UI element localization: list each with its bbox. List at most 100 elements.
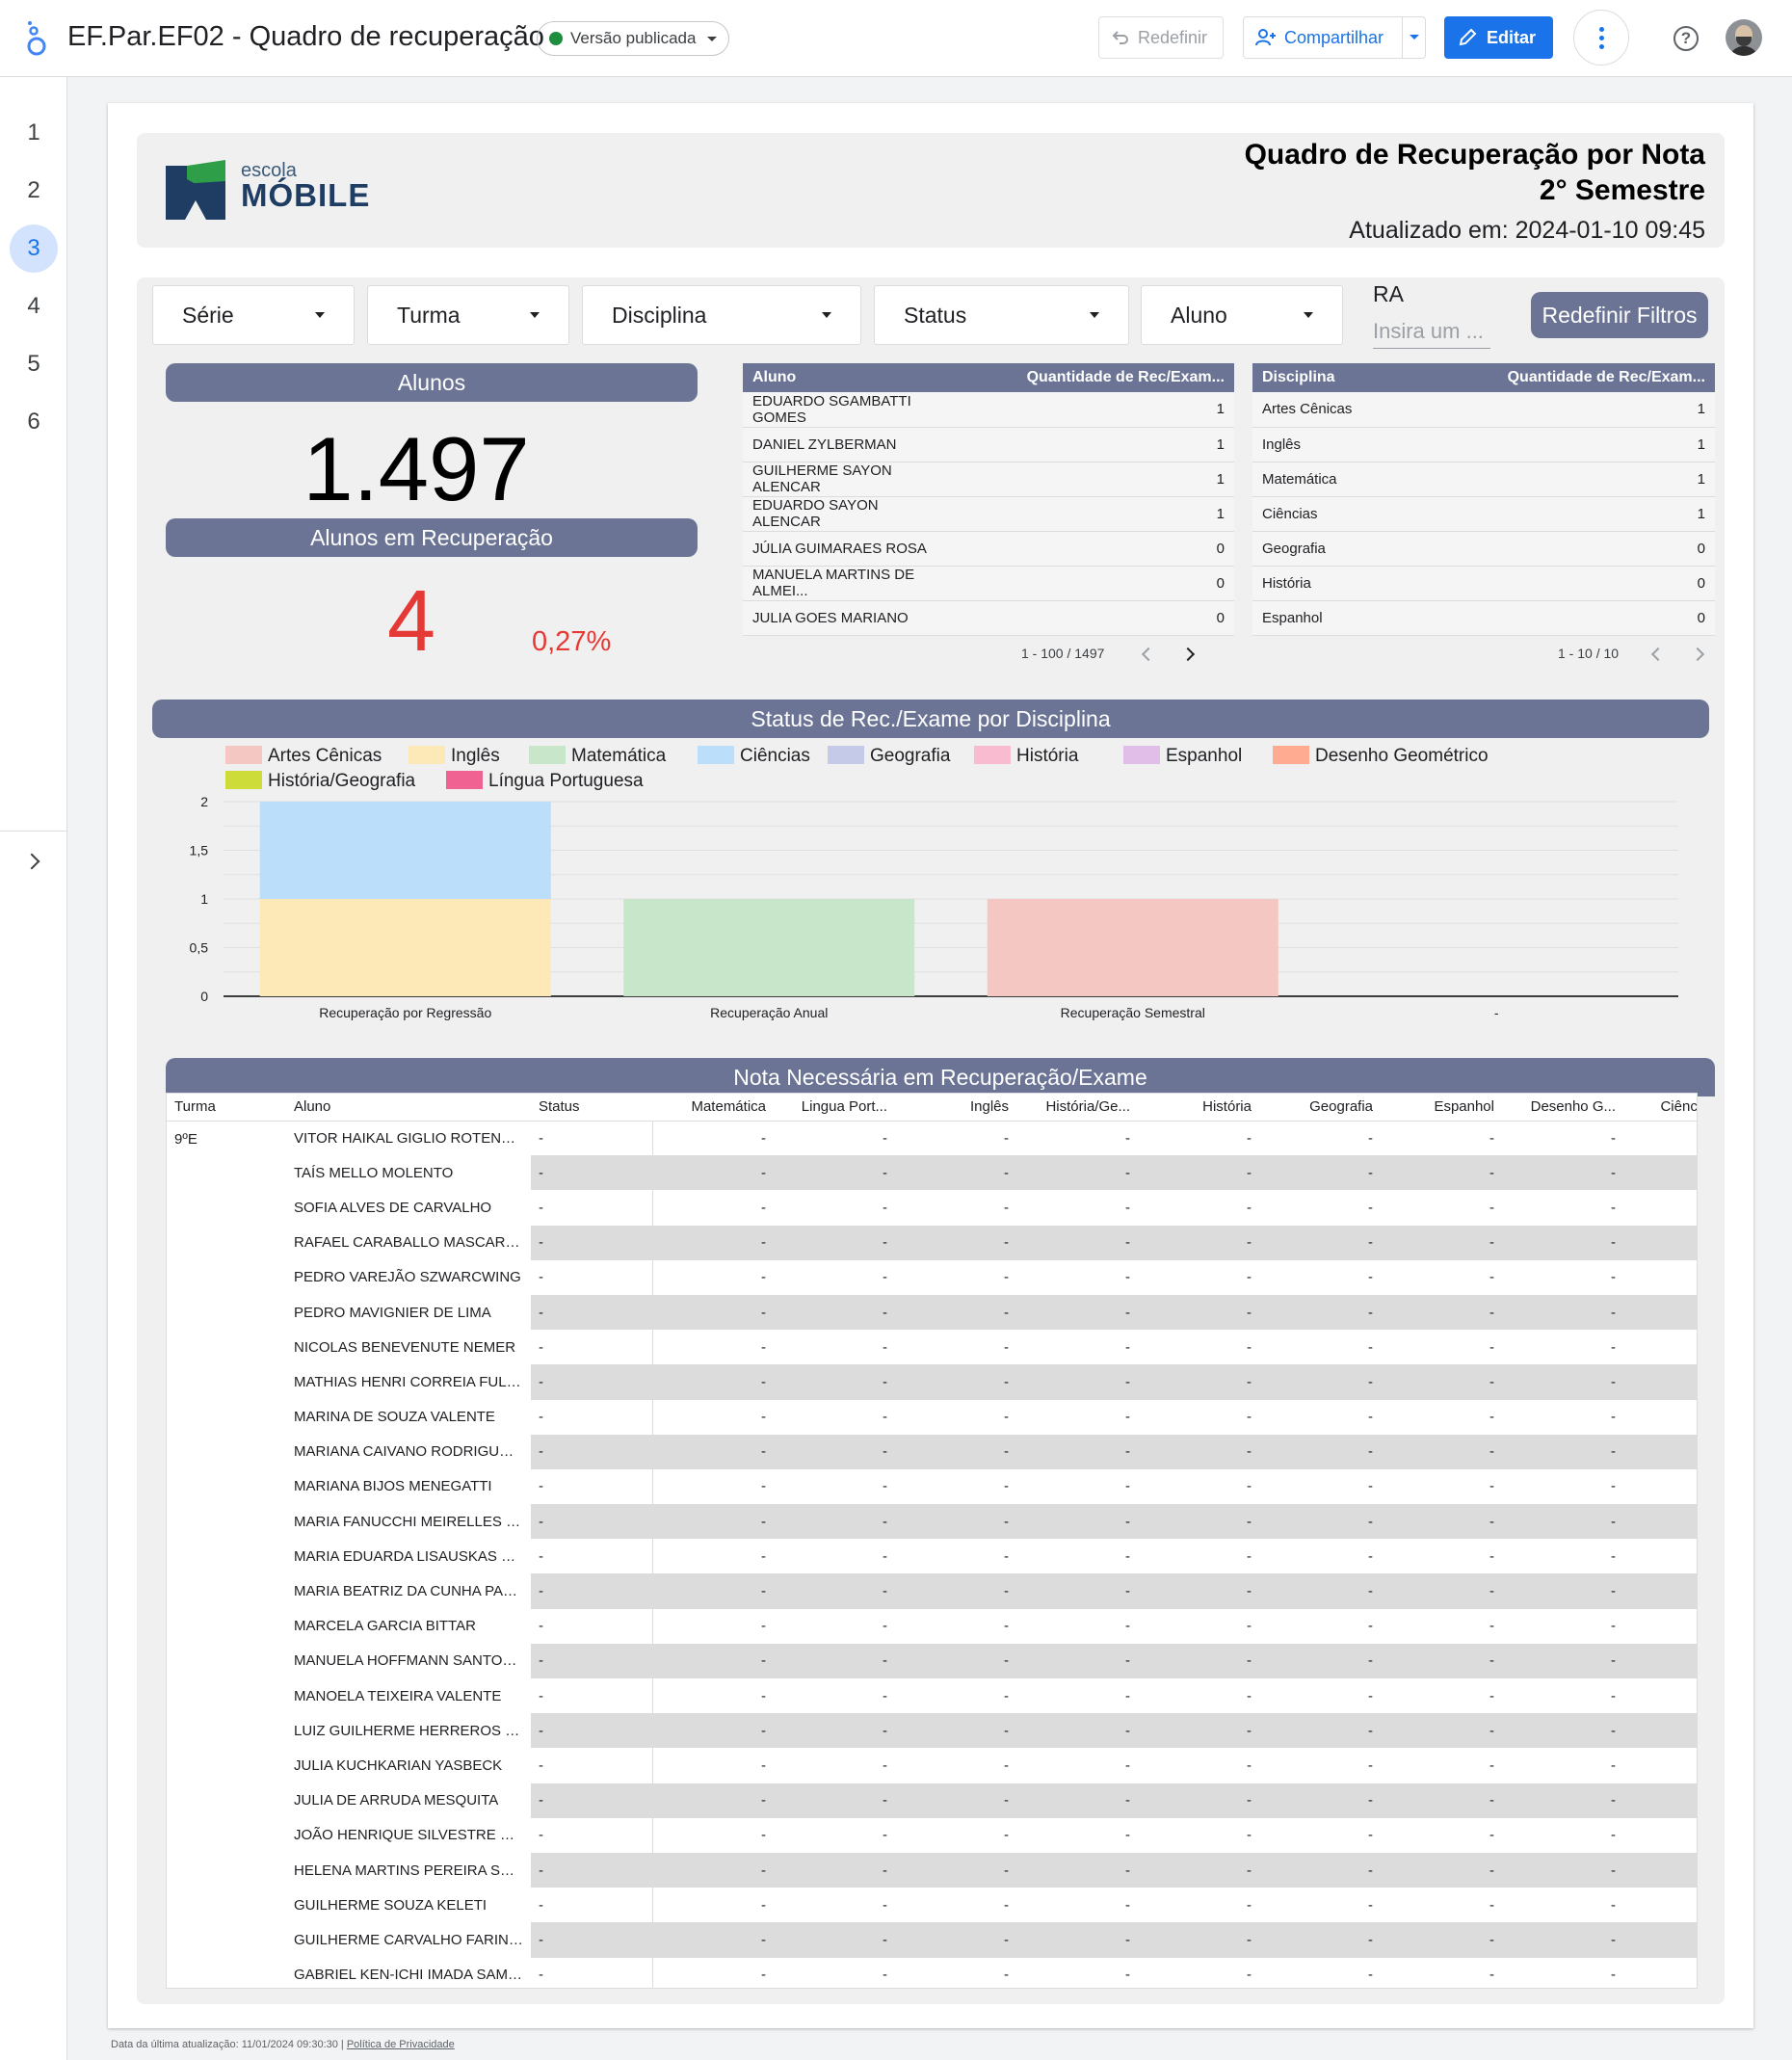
ra-input[interactable] [1373, 314, 1490, 349]
table-row[interactable]: HELENA MARTINS PEREIRA SCH...---------- [167, 1852, 1697, 1888]
page-link-5[interactable]: 5 [10, 340, 58, 388]
table-row[interactable]: TAÍS MELLO MOLENTO---------- [167, 1155, 1697, 1191]
table-row[interactable]: Artes Cênicas 1 [1252, 392, 1715, 428]
legend-item[interactable]: Espanhol [1123, 746, 1242, 767]
table-row[interactable]: Inglês 1 [1252, 427, 1715, 462]
page-link-3[interactable]: 3 [10, 224, 58, 273]
bar-segment[interactable] [623, 899, 915, 996]
filter-status[interactable]: Status [874, 285, 1129, 345]
page-link-4[interactable]: 4 [10, 282, 58, 330]
bar-segment[interactable] [987, 899, 1278, 996]
column-header-quantidade[interactable]: Quantidade de Rec/Exam... [955, 363, 1234, 392]
filter-aluno[interactable]: Aluno [1141, 285, 1343, 345]
chevron-right-icon[interactable] [23, 853, 40, 870]
reset-filters-button[interactable]: Redefinir Filtros [1531, 292, 1708, 338]
table-row[interactable]: JULIA KUCHKARIAN YASBECK---------- [167, 1748, 1697, 1783]
column-header-lingua-portuguesa[interactable]: Lingua Port... [774, 1094, 895, 1122]
page-link-6[interactable]: 6 [10, 398, 58, 446]
table-row[interactable]: MARINA DE SOUZA VALENTE---------- [167, 1399, 1697, 1435]
column-header-turma[interactable]: Turma [167, 1094, 286, 1122]
column-header-matematica[interactable]: Matemática [652, 1094, 774, 1122]
table-row[interactable]: Espanhol 0 [1252, 600, 1715, 636]
edit-button[interactable]: Editar [1444, 16, 1553, 59]
table-row[interactable]: MANUELA HOFFMANN SANTOS ...---------- [167, 1643, 1697, 1678]
table-row[interactable]: MARIANA BIJOS MENEGATTI---------- [167, 1468, 1697, 1505]
table-row[interactable]: 9ºE VITOR HAIKAL GIGLIO ROTENBE... - - - - - - -… [167, 1121, 1697, 1156]
table-row[interactable]: Ciências 1 [1252, 496, 1715, 532]
filter-turma[interactable]: Turma [367, 285, 569, 345]
help-icon[interactable]: ? [1673, 26, 1699, 51]
table-row[interactable]: MARIA BEATRIZ DA CUNHA PAC...---------- [167, 1573, 1697, 1609]
column-header-aluno[interactable]: Aluno [743, 363, 955, 392]
table-row[interactable]: JULIA DE ARRUDA MESQUITA---------- [167, 1783, 1697, 1818]
table-row[interactable]: GABRIEL KEN-ICHI IMADA SAMP...---------- [167, 1957, 1697, 1988]
table-row[interactable]: MARCELA GARCIA BITTAR---------- [167, 1608, 1697, 1644]
legend-item[interactable]: Geografia [828, 746, 950, 767]
share-options-dropdown[interactable] [1402, 17, 1425, 58]
table-row[interactable]: Matemática 1 [1252, 462, 1715, 497]
more-options-button[interactable] [1573, 10, 1629, 66]
page-link-2[interactable]: 2 [10, 167, 58, 215]
table-row[interactable]: PEDRO MAVIGNIER DE LIMA---------- [167, 1294, 1697, 1331]
filter-disciplina[interactable]: Disciplina [582, 285, 861, 345]
table-row[interactable]: JÚLIA GUIMARAES ROSA 0 [743, 531, 1234, 567]
page-link-1[interactable]: 1 [10, 109, 58, 157]
chevron-right-icon[interactable] [1180, 647, 1196, 662]
legend-item[interactable]: Inglês [408, 746, 500, 767]
table-row[interactable]: MANUELA MARTINS DE ALMEI... 0 [743, 566, 1234, 601]
table-row[interactable]: NICOLAS BENEVENUTE NEMER---------- [167, 1330, 1697, 1365]
looker-studio-logo-icon[interactable] [25, 19, 48, 58]
bar-segment[interactable] [259, 899, 551, 996]
column-header-historia-geografia[interactable]: História/Ge... [1016, 1094, 1138, 1122]
table-row[interactable]: RAFAEL CARABALLO MASCARETTI---------- [167, 1225, 1697, 1260]
chevron-left-icon[interactable] [1141, 647, 1156, 662]
column-header-quantidade[interactable]: Quantidade de Rec/Exam... [1445, 363, 1715, 392]
table-row[interactable]: MATHIAS HENRI CORREIA FULD...---------- [167, 1364, 1697, 1400]
table-row[interactable]: GUILHERME CARVALHO FARINA ...---------- [167, 1922, 1697, 1958]
column-header-geografia[interactable]: Geografia [1259, 1094, 1381, 1122]
table-row[interactable]: Geografia 0 [1252, 531, 1715, 567]
bar-segment[interactable] [259, 802, 551, 899]
column-header-desenho-geometrico[interactable]: Desenho G... [1502, 1094, 1623, 1122]
legend-swatch [529, 746, 566, 764]
table-row[interactable]: GUILHERME SAYON ALENCAR 1 [743, 462, 1234, 497]
column-header-ciencias[interactable]: Ciências [1623, 1094, 1697, 1122]
chevron-right-icon[interactable] [1690, 647, 1705, 662]
filter-serie[interactable]: Série [152, 285, 355, 345]
avatar[interactable] [1726, 19, 1762, 56]
table-row[interactable]: JOÃO HENRIQUE SILVESTRE ZAN...---------- [167, 1817, 1697, 1853]
privacy-policy-link[interactable]: Política de Privacidade [347, 2039, 455, 2050]
version-dropdown[interactable]: Versão publicada [537, 21, 730, 56]
table-row[interactable]: MARIANA CAIVANO RODRIGUES ...---------- [167, 1434, 1697, 1469]
table-row[interactable]: PEDRO VAREJÃO SZWARCWING---------- [167, 1259, 1697, 1295]
table-row[interactable]: MANOELA TEIXEIRA VALENTE---------- [167, 1678, 1697, 1714]
column-header-ingles[interactable]: Inglês [895, 1094, 1016, 1122]
column-header-status[interactable]: Status [531, 1094, 652, 1122]
share-button[interactable]: Compartilhar [1243, 16, 1426, 59]
table-row[interactable]: GUILHERME SOUZA KELETI---------- [167, 1888, 1697, 1923]
document-title[interactable]: EF.Par.EF02 - Quadro de recuperação [67, 21, 544, 53]
table-row[interactable]: SOFIA ALVES DE CARVALHO---------- [167, 1190, 1697, 1226]
table-row[interactable]: JULIA GOES MARIANO 0 [743, 600, 1234, 636]
column-header-historia[interactable]: História [1138, 1094, 1259, 1122]
legend-item[interactable]: Desenho Geométrico [1273, 746, 1489, 767]
legend-item[interactable]: Matemática [529, 746, 666, 767]
column-header-aluno[interactable]: Aluno [286, 1094, 531, 1122]
table-row[interactable]: MARIA FANUCCHI MEIRELLES DE...---------- [167, 1504, 1697, 1540]
column-header-espanhol[interactable]: Espanhol [1381, 1094, 1502, 1122]
cell-desenho-geometrico: - [1611, 1129, 1616, 1147]
column-header-disciplina[interactable]: Disciplina [1252, 363, 1445, 392]
table-row[interactable]: LUIZ GUILHERME HERREROS PINI---------- [167, 1713, 1697, 1749]
table-row[interactable]: MARIA EDUARDA LISAUSKAS ZE...---------- [167, 1539, 1697, 1574]
grades-table-container[interactable]: Turma Aluno Status Matemática Lingua Port...… [166, 1093, 1698, 1989]
reset-button[interactable]: Redefinir [1098, 16, 1224, 59]
legend-item[interactable]: Artes Cênicas [225, 746, 382, 767]
chevron-left-icon[interactable] [1650, 647, 1666, 662]
table-row[interactable]: História 0 [1252, 566, 1715, 601]
legend-item[interactable]: História [974, 746, 1078, 767]
alunos-count: 1.497 [303, 418, 530, 519]
table-row[interactable]: DANIEL ZYLBERMAN 1 [743, 427, 1234, 462]
legend-item[interactable]: Ciências [698, 746, 810, 767]
table-row[interactable]: EDUARDO SGAMBATTI GOMES 1 [743, 392, 1234, 428]
table-row[interactable]: EDUARDO SAYON ALENCAR 1 [743, 496, 1234, 532]
